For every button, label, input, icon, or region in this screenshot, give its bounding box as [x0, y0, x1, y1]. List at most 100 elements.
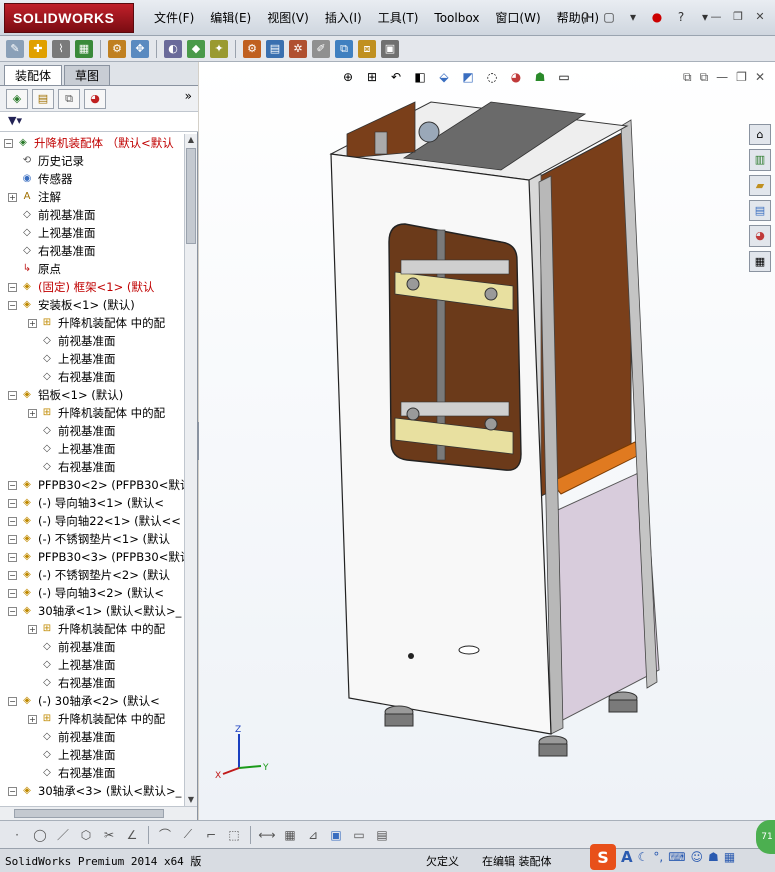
interference-detection-icon[interactable]: ⧉	[335, 39, 353, 58]
tree-item[interactable]: − ◈ (-) 不锈钢垫片<2> (默认	[8, 566, 170, 584]
tree-item[interactable]: ◇ 右视基准面	[28, 674, 115, 692]
exploded-view-icon[interactable]: ✲	[289, 39, 307, 58]
minimize-icon[interactable]: —	[707, 8, 725, 24]
new-document-icon[interactable]: ▢	[600, 8, 618, 26]
pin-icon[interactable]: ⚲	[576, 8, 594, 26]
menu-edit[interactable]: 编辑(E)	[202, 0, 259, 36]
new-motion-study-icon[interactable]: ⚙	[243, 39, 261, 58]
expand-toggle-icon[interactable]: +	[28, 714, 37, 724]
graphics-area[interactable]: ⊕ ⊞ ↶ ◧ ⬙ ◩ ◌ ◕ ☗ ▭ ⧉ ⧉ — ❐ ✕ Z Y X	[199, 62, 775, 820]
menu-file[interactable]: 文件(F)	[146, 0, 202, 36]
tree-item[interactable]: − ◈ 安装板<1> (默认)	[8, 296, 135, 314]
tree-item[interactable]: − ◈ PFPB30<2> (PFPB30<默认	[8, 476, 184, 494]
smart-dimension-icon[interactable]: ⟷	[258, 826, 276, 844]
tree-vertical-scrollbar[interactable]: ▲ ▼	[184, 134, 197, 806]
keyboard-icon[interactable]: ⌨	[668, 850, 685, 864]
sogou-ime-logo[interactable]: S	[590, 844, 616, 870]
close-icon[interactable]: ✕	[751, 8, 769, 24]
expand-toggle-icon[interactable]: −	[8, 480, 17, 490]
instant3d-icon[interactable]: ▣	[381, 39, 399, 58]
grid-icon[interactable]: ▦	[281, 826, 299, 844]
tree-item[interactable]: − ◈ 30轴承<3> (默认<默认>_	[8, 782, 181, 800]
moon-icon[interactable]: ☾	[638, 850, 649, 864]
tree-item[interactable]: ◇ 右视基准面	[28, 458, 115, 476]
scroll-thumb[interactable]	[14, 809, 164, 818]
tree-item[interactable]: + ⊞ 升降机装配体 中的配	[28, 404, 165, 422]
circle-icon[interactable]: ◯	[31, 826, 49, 844]
tree-item[interactable]: ◇ 前视基准面	[28, 638, 115, 656]
file-explorer-icon[interactable]: ▰	[749, 174, 771, 196]
tree-item[interactable]: ◇ 右视基准面	[28, 368, 115, 386]
tree-item[interactable]: ◇ 前视基准面	[28, 728, 115, 746]
expand-toggle-icon[interactable]: −	[8, 390, 17, 400]
traffic-light-icon[interactable]: ●	[648, 8, 666, 26]
help-icon[interactable]: ?	[672, 8, 690, 26]
ime-mode-label[interactable]: A	[621, 848, 633, 866]
expand-toggle-icon[interactable]: +	[28, 624, 37, 634]
insert-component-icon[interactable]: ✚	[29, 39, 47, 58]
tree-item[interactable]: − ◈ 升降机装配体 （默认<默认	[4, 134, 174, 152]
scroll-up-icon[interactable]: ▲	[186, 134, 196, 146]
view-palette-icon[interactable]: ▤	[749, 199, 771, 222]
tree-item[interactable]: − ◈ (-) 导向轴22<1> (默认<<	[8, 512, 181, 530]
scroll-thumb[interactable]	[186, 148, 196, 244]
menu-window[interactable]: 窗口(W)	[487, 0, 548, 36]
view-cube-icon[interactable]: ▣	[327, 826, 345, 844]
scroll-down-icon[interactable]: ▼	[186, 794, 196, 806]
tree-item[interactable]: ◇ 上视基准面	[28, 350, 115, 368]
expand-toggle-icon[interactable]: −	[4, 138, 13, 148]
tree-item[interactable]: ↳ 原点	[8, 260, 61, 278]
point-icon[interactable]: ·	[8, 826, 26, 844]
custom-properties-icon[interactable]: ▦	[749, 250, 771, 272]
menu-insert[interactable]: 插入(I)	[317, 0, 370, 36]
expand-toggle-icon[interactable]: −	[8, 786, 17, 796]
design-library-icon[interactable]: ▥	[749, 149, 771, 171]
bill-of-materials-icon[interactable]: ▤	[266, 39, 284, 58]
expand-toggle-icon[interactable]: −	[8, 696, 17, 706]
tree-item[interactable]: − ◈ (-) 导向轴3<1> (默认<	[8, 494, 164, 512]
appearances-icon[interactable]: ◕	[749, 225, 771, 247]
pattern-icon[interactable]: ▦	[75, 39, 93, 58]
tree-item[interactable]: ◇ 右视基准面	[8, 242, 95, 260]
expand-toggle-icon[interactable]: −	[8, 516, 17, 526]
angle-icon[interactable]: ∠	[123, 826, 141, 844]
configuration-manager-icon[interactable]: ⧉	[58, 88, 80, 109]
tree-item[interactable]: ◇ 上视基准面	[28, 656, 115, 674]
tree-item[interactable]: + ⊞ 升降机装配体 中的配	[28, 314, 165, 332]
expand-toggle-icon[interactable]: −	[8, 498, 17, 508]
tab-sketch[interactable]: 草图	[64, 65, 111, 85]
property-manager-icon[interactable]: ▤	[32, 88, 54, 109]
expand-toggle-icon[interactable]: −	[8, 552, 17, 562]
notification-badge[interactable]: 71	[756, 820, 775, 854]
tree-item[interactable]: ◇ 右视基准面	[28, 764, 115, 782]
solidworks-logo[interactable]: SOLIDWORKS	[4, 3, 134, 33]
move-component-icon[interactable]: ✥	[131, 39, 149, 58]
chamfer-icon[interactable]: ⟋	[179, 826, 197, 844]
tree-item[interactable]: − ◈ 铝板<1> (默认)	[8, 386, 123, 404]
corner-icon[interactable]: ⌐	[202, 826, 220, 844]
tree-item[interactable]: + A 注解	[8, 188, 61, 206]
home-icon[interactable]: ⌂	[749, 124, 771, 146]
relation-icon[interactable]: ⊿	[304, 826, 322, 844]
line-icon[interactable]: ／	[54, 826, 72, 844]
expand-toggle-icon[interactable]: +	[8, 192, 17, 202]
smart-fasteners-icon[interactable]: ⚙	[108, 39, 126, 58]
restore-icon[interactable]: ❐	[729, 8, 747, 24]
expand-toggle-icon[interactable]: −	[8, 570, 17, 580]
more-tabs-icon[interactable]: »	[185, 89, 192, 103]
tree-item[interactable]: − ◈ 30轴承<1> (默认<默认>_	[8, 602, 181, 620]
trim-icon[interactable]: ✂	[100, 826, 118, 844]
polygon-icon[interactable]: ⬡	[77, 826, 95, 844]
tree-item[interactable]: ◇ 前视基准面	[28, 332, 115, 350]
menu-view[interactable]: 视图(V)	[259, 0, 317, 36]
tab-assembly[interactable]: 装配体	[4, 65, 63, 85]
tree-filter[interactable]: ▼▾	[0, 112, 198, 132]
expand-toggle-icon[interactable]: −	[8, 282, 17, 292]
user-icon[interactable]: ☺	[691, 850, 704, 864]
rectangle-icon[interactable]: ⬚	[225, 826, 243, 844]
tree-item[interactable]: − ◈ (-) 导向轴3<2> (默认<	[8, 584, 164, 602]
split-horizontal-icon[interactable]: ▭	[350, 826, 368, 844]
split-grid-icon[interactable]: ▤	[373, 826, 391, 844]
skin-icon[interactable]: ☗	[708, 850, 719, 864]
explode-line-sketch-icon[interactable]: ✐	[312, 39, 330, 58]
